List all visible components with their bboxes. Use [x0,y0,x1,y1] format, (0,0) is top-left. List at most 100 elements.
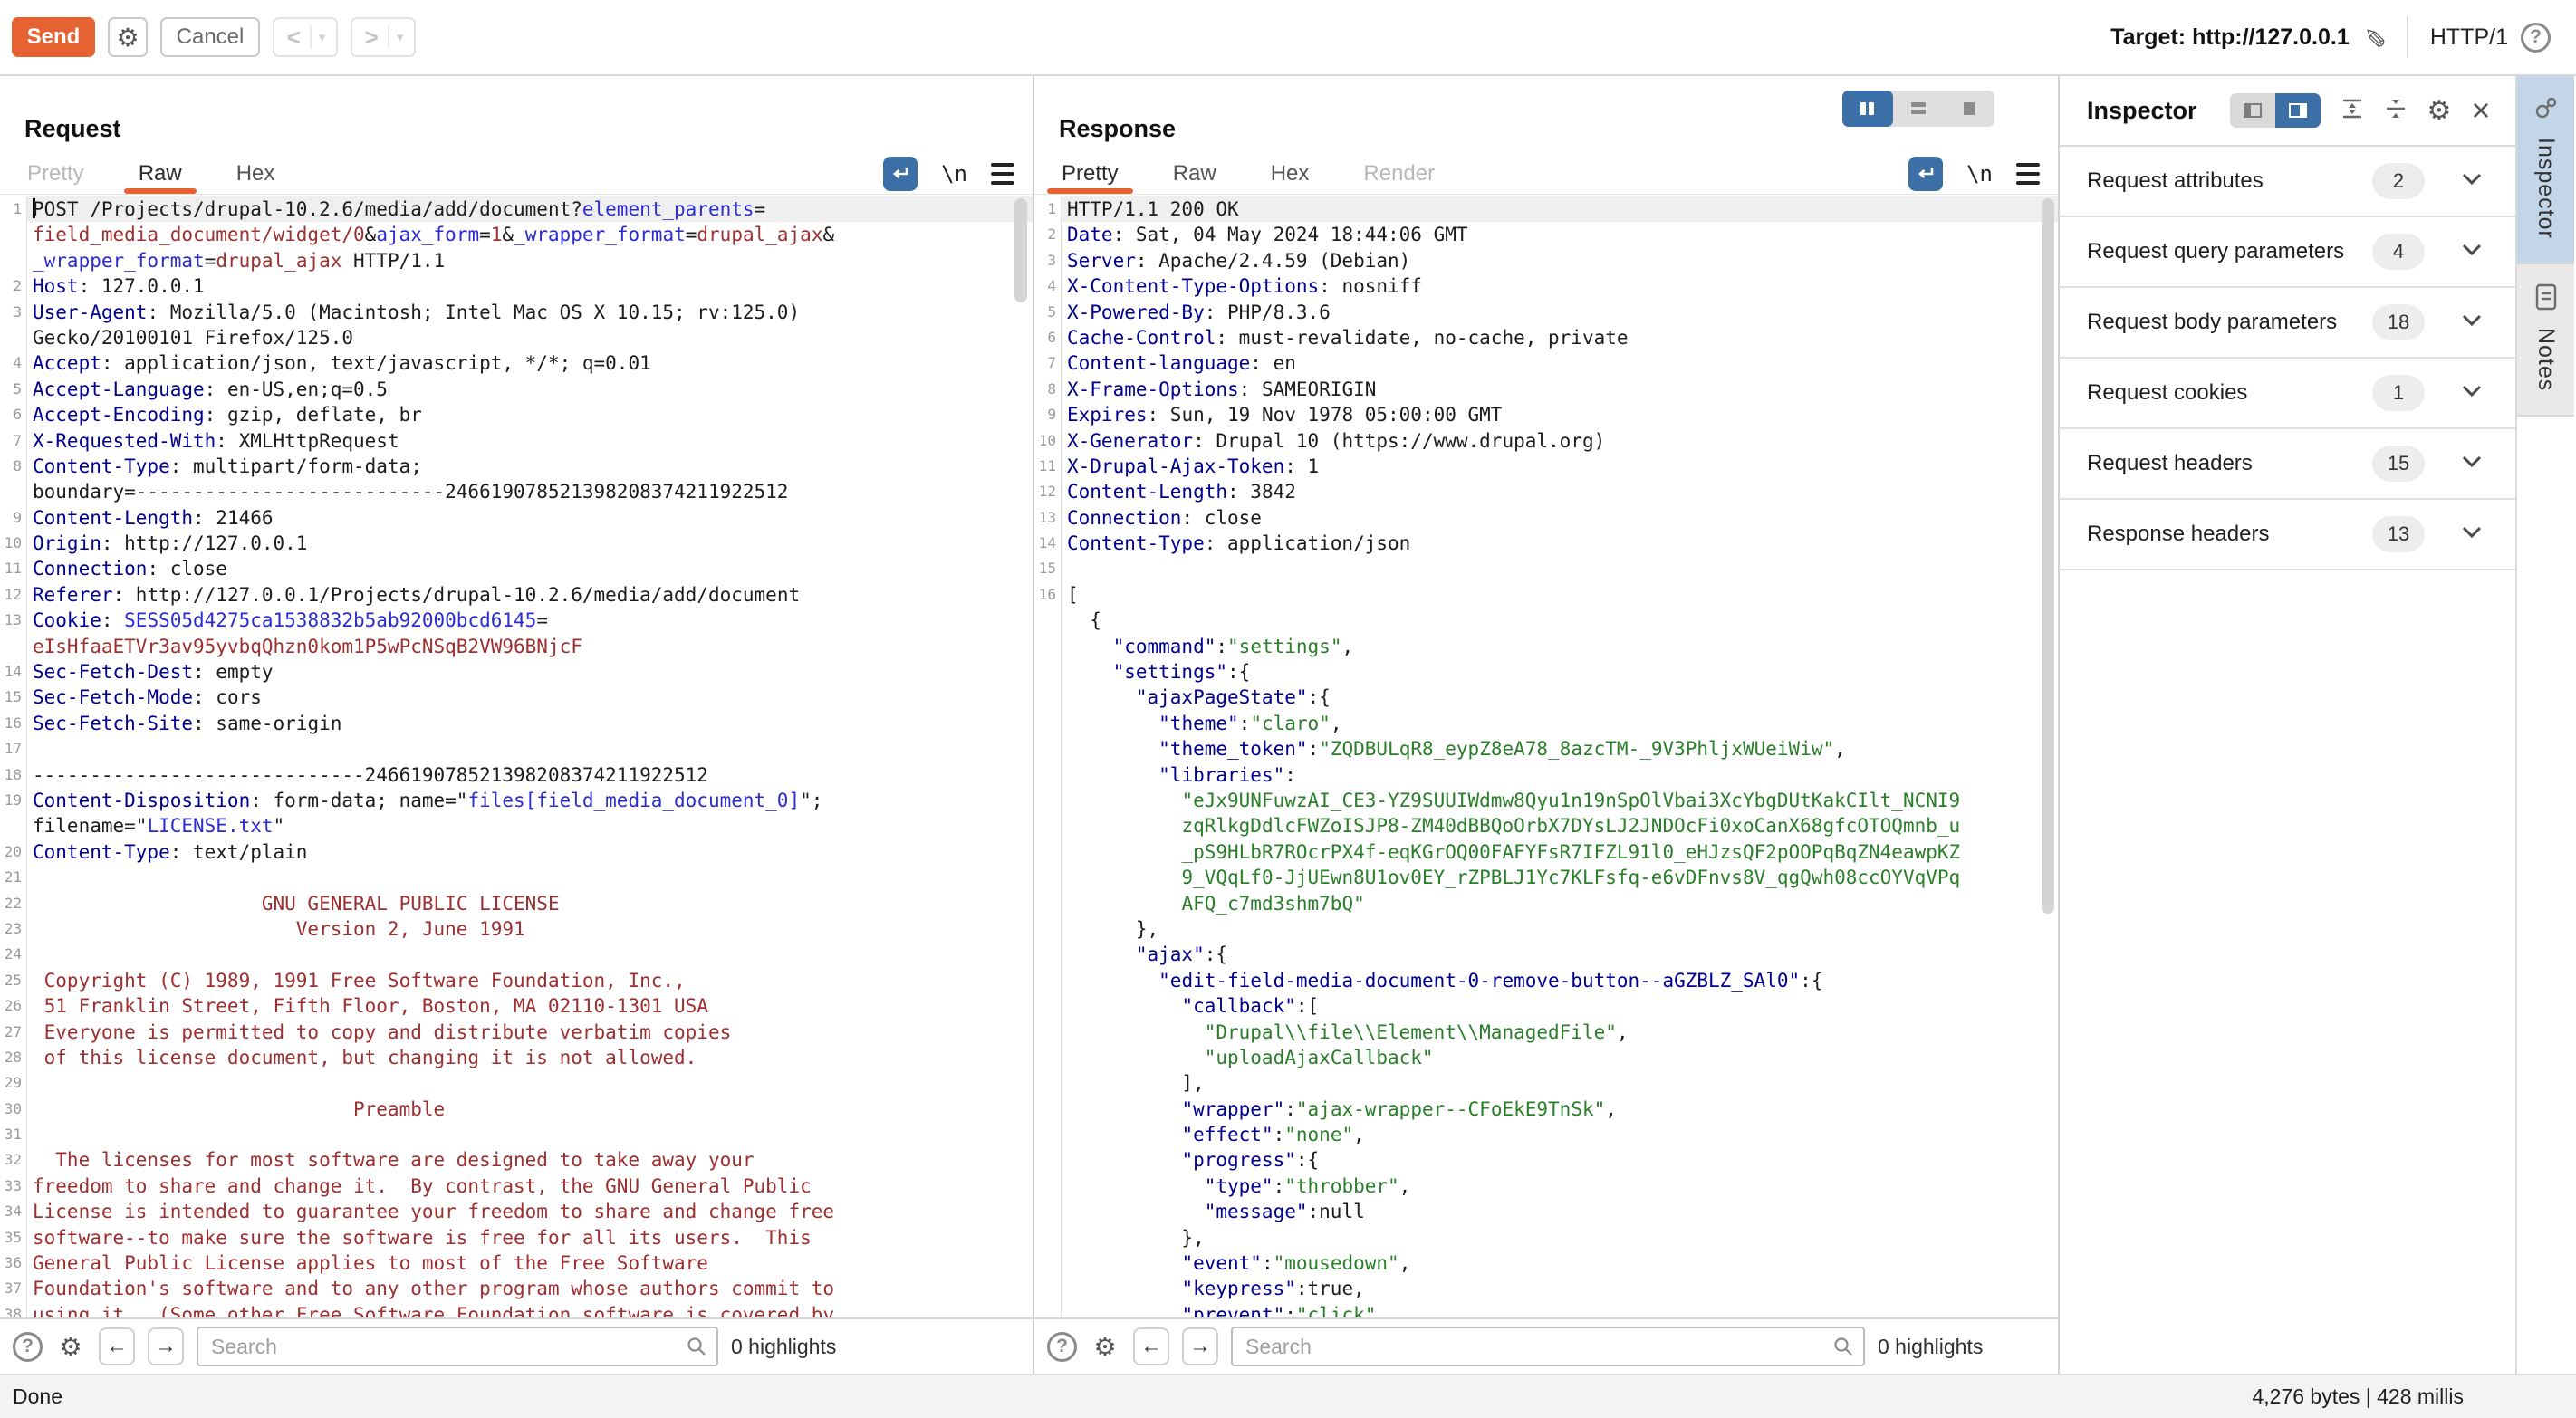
side-tab-notes[interactable]: Notes [2517,264,2574,417]
code-line: 1HTTP/1.1 200 OK [1034,196,2058,222]
side-tab-strip: Inspector Notes [2515,76,2574,1374]
section-label: Request body parameters [2087,310,2337,335]
search-next-button[interactable]: → [1182,1327,1218,1365]
search-help-icon[interactable]: ? [13,1332,43,1362]
response-scrollbar[interactable] [2042,198,2054,914]
tab-hex[interactable]: Hex [209,154,303,194]
code-line: "theme":"claro", [1034,711,2058,736]
inspector-section-request-query-parameters[interactable]: Request query parameters4 [2060,217,2515,288]
code-line: "keypress":true, [1034,1276,2058,1301]
code-line: 19Content-Disposition: form-data; name="… [0,788,1033,813]
send-button[interactable]: Send [12,17,95,57]
code-line: 15Sec-Fetch-Mode: cors [0,685,1033,710]
section-label: Request cookies [2087,380,2247,406]
code-line: 20Content-Type: text/plain [0,839,1033,865]
inspector-settings-icon[interactable]: ⚙ [2427,95,2452,127]
code-line: "message":null [1034,1199,2058,1224]
code-line: 8X-Frame-Options: SAMEORIGIN [1034,377,2058,402]
search-next-button[interactable]: → [148,1327,184,1365]
edit-target-icon[interactable]: ✎ [2358,25,2389,48]
code-line: 25 Copyright (C) 1989, 1991 Free Softwar… [0,968,1033,993]
request-scrollbar[interactable] [1014,198,1027,302]
tab-pretty[interactable]: Pretty [1034,154,1146,194]
chevron-down-icon [2461,172,2483,190]
editor-menu-icon[interactable] [2016,163,2040,185]
code-line: 11Connection: close [0,556,1033,581]
chevron-down-icon [2461,243,2483,261]
collapse-all-icon[interactable] [2384,97,2408,125]
layout-rows-button[interactable] [1893,91,1944,127]
search-settings-icon[interactable]: ⚙ [1090,1327,1120,1365]
request-tabbar: PrettyRawHex \n [0,154,1033,194]
inspector-close-icon[interactable]: × [2471,94,2490,127]
code-line: 30 Preamble [0,1097,1033,1122]
panel-left-icon [2242,101,2264,120]
code-line: 2Date: Sat, 04 May 2024 18:44:06 GMT [1034,222,2058,247]
dock-left-button[interactable] [2230,93,2275,128]
inspector-section-response-headers[interactable]: Response headers13 [2060,500,2515,570]
code-line: 13Connection: close [1034,505,2058,531]
code-line: 14Content-Type: application/json [1034,531,2058,556]
dropdown-caret-icon[interactable]: ▾ [389,29,411,45]
tab-raw[interactable]: Raw [1146,154,1244,194]
tab-raw[interactable]: Raw [111,154,209,194]
code-line: 34License is intended to guarantee your … [0,1199,1033,1224]
http-version-label[interactable]: HTTP/1 [2430,24,2508,51]
tab-pretty[interactable]: Pretty [0,154,111,194]
tab-hex[interactable]: Hex [1244,154,1337,194]
cancel-button[interactable]: Cancel [160,17,260,57]
dock-right-button[interactable] [2275,93,2321,128]
code-line: 22 GNU GENERAL PUBLIC LICENSE [0,891,1033,916]
inspector-section-request-cookies[interactable]: Request cookies1 [2060,359,2515,429]
side-tab-inspector[interactable]: Inspector [2517,76,2574,264]
inspector-section-request-body-parameters[interactable]: Request body parameters18 [2060,288,2515,359]
code-line: 15 [1034,556,2058,581]
code-line: 38using it. (Some other Free Software Fo… [0,1302,1033,1317]
target-label: Target: http://127.0.0.1 [2110,24,2350,51]
inspector-section-request-attributes[interactable]: Request attributes2 [2060,147,2515,217]
layout-columns-button[interactable] [1842,91,1893,127]
search-settings-icon[interactable]: ⚙ [55,1327,86,1365]
code-line: 5Accept-Language: en-US,en;q=0.5 [0,377,1033,402]
code-line: 1POST /Projects/drupal-10.2.6/media/add/… [0,196,1033,222]
code-line: "type":"throbber", [1034,1174,2058,1199]
code-line: 14Sec-Fetch-Dest: empty [0,659,1033,685]
tab-render[interactable]: Render [1336,154,1462,194]
show-newlines-toggle[interactable]: \n [1966,161,1993,187]
search-prev-button[interactable]: ← [99,1327,135,1365]
code-line: "libraries": [1034,762,2058,788]
word-wrap-toggle[interactable] [883,157,918,191]
editor-menu-icon[interactable] [991,163,1014,185]
code-line: filename="LICENSE.txt" [0,813,1033,838]
code-line: 26 51 Franklin Street, Fifth Floor, Bost… [0,993,1033,1019]
help-icon[interactable]: ? [2521,23,2551,53]
response-editor[interactable]: 1HTTP/1.1 200 OK2Date: Sat, 04 May 2024 … [1034,194,2058,1317]
history-forward-button[interactable]: > ▾ [351,17,416,57]
side-tab-label: Notes [2533,328,2559,391]
layout-single-button[interactable] [1944,91,1994,127]
code-line: 16Sec-Fetch-Site: same-origin [0,711,1033,736]
code-line: 10X-Generator: Drupal 10 (https://www.dr… [1034,428,2058,454]
code-line: 17 [0,736,1033,762]
wrap-icon [890,164,910,184]
chevron-right-icon: > [356,24,388,52]
expand-all-icon[interactable] [2341,97,2364,125]
word-wrap-toggle[interactable] [1908,157,1943,191]
inspector-dock-toggle [2230,93,2321,128]
show-newlines-toggle[interactable]: \n [941,161,967,187]
inspector-section-request-headers[interactable]: Request headers15 [2060,429,2515,500]
code-line: 9Content-Length: 21466 [0,505,1033,531]
send-settings-button[interactable]: ⚙ [108,17,148,57]
panel-right-icon [2287,101,2309,120]
request-search-input[interactable] [197,1327,718,1366]
dropdown-caret-icon[interactable]: ▾ [312,29,333,45]
response-search-input[interactable] [1231,1327,1865,1366]
search-help-icon[interactable]: ? [1047,1332,1077,1362]
code-line: "edit-field-media-document-0-remove-butt… [1034,968,2058,993]
code-line: 9Expires: Sun, 19 Nov 1978 05:00:00 GMT [1034,402,2058,427]
request-editor[interactable]: 1POST /Projects/drupal-10.2.6/media/add/… [0,194,1033,1317]
search-prev-button[interactable]: ← [1133,1327,1169,1365]
code-line: 11X-Drupal-Ajax-Token: 1 [1034,454,2058,479]
inspector-panel: Inspector [2058,76,2515,1374]
history-back-button[interactable]: < ▾ [273,17,338,57]
